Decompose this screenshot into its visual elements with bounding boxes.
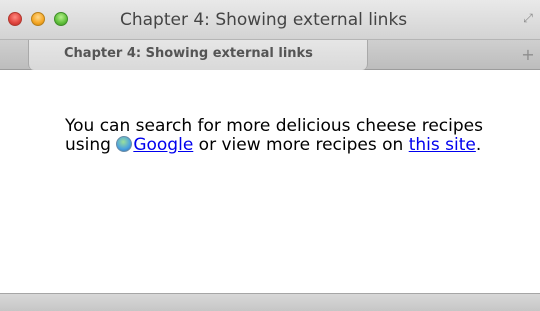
page-content: You can search for more delicious cheese… bbox=[0, 70, 540, 293]
tab-chapter-4[interactable]: Chapter 4: Showing external links bbox=[28, 40, 368, 70]
status-bar bbox=[0, 293, 540, 311]
content-paragraph: You can search for more delicious cheese… bbox=[65, 117, 525, 155]
paragraph-text-end: . bbox=[475, 135, 482, 155]
new-tab-button[interactable]: + bbox=[518, 44, 538, 66]
close-window-button[interactable] bbox=[8, 12, 22, 26]
window-titlebar: Chapter 4: Showing external links ⤢ bbox=[0, 0, 540, 40]
tab-bar: Chapter 4: Showing external links + bbox=[0, 40, 540, 70]
fullscreen-icon[interactable]: ⤢ bbox=[520, 10, 536, 26]
tab-label: Chapter 4: Showing external links bbox=[64, 46, 313, 61]
google-link[interactable]: Google bbox=[133, 135, 193, 155]
zoom-window-button[interactable] bbox=[54, 12, 68, 26]
window-title: Chapter 4: Showing external links bbox=[120, 10, 408, 30]
minimize-window-button[interactable] bbox=[31, 12, 45, 26]
paragraph-text-middle: or view more recipes on bbox=[193, 135, 409, 155]
google-favicon-icon bbox=[116, 136, 133, 152]
this-site-link[interactable]: this site bbox=[409, 135, 476, 155]
